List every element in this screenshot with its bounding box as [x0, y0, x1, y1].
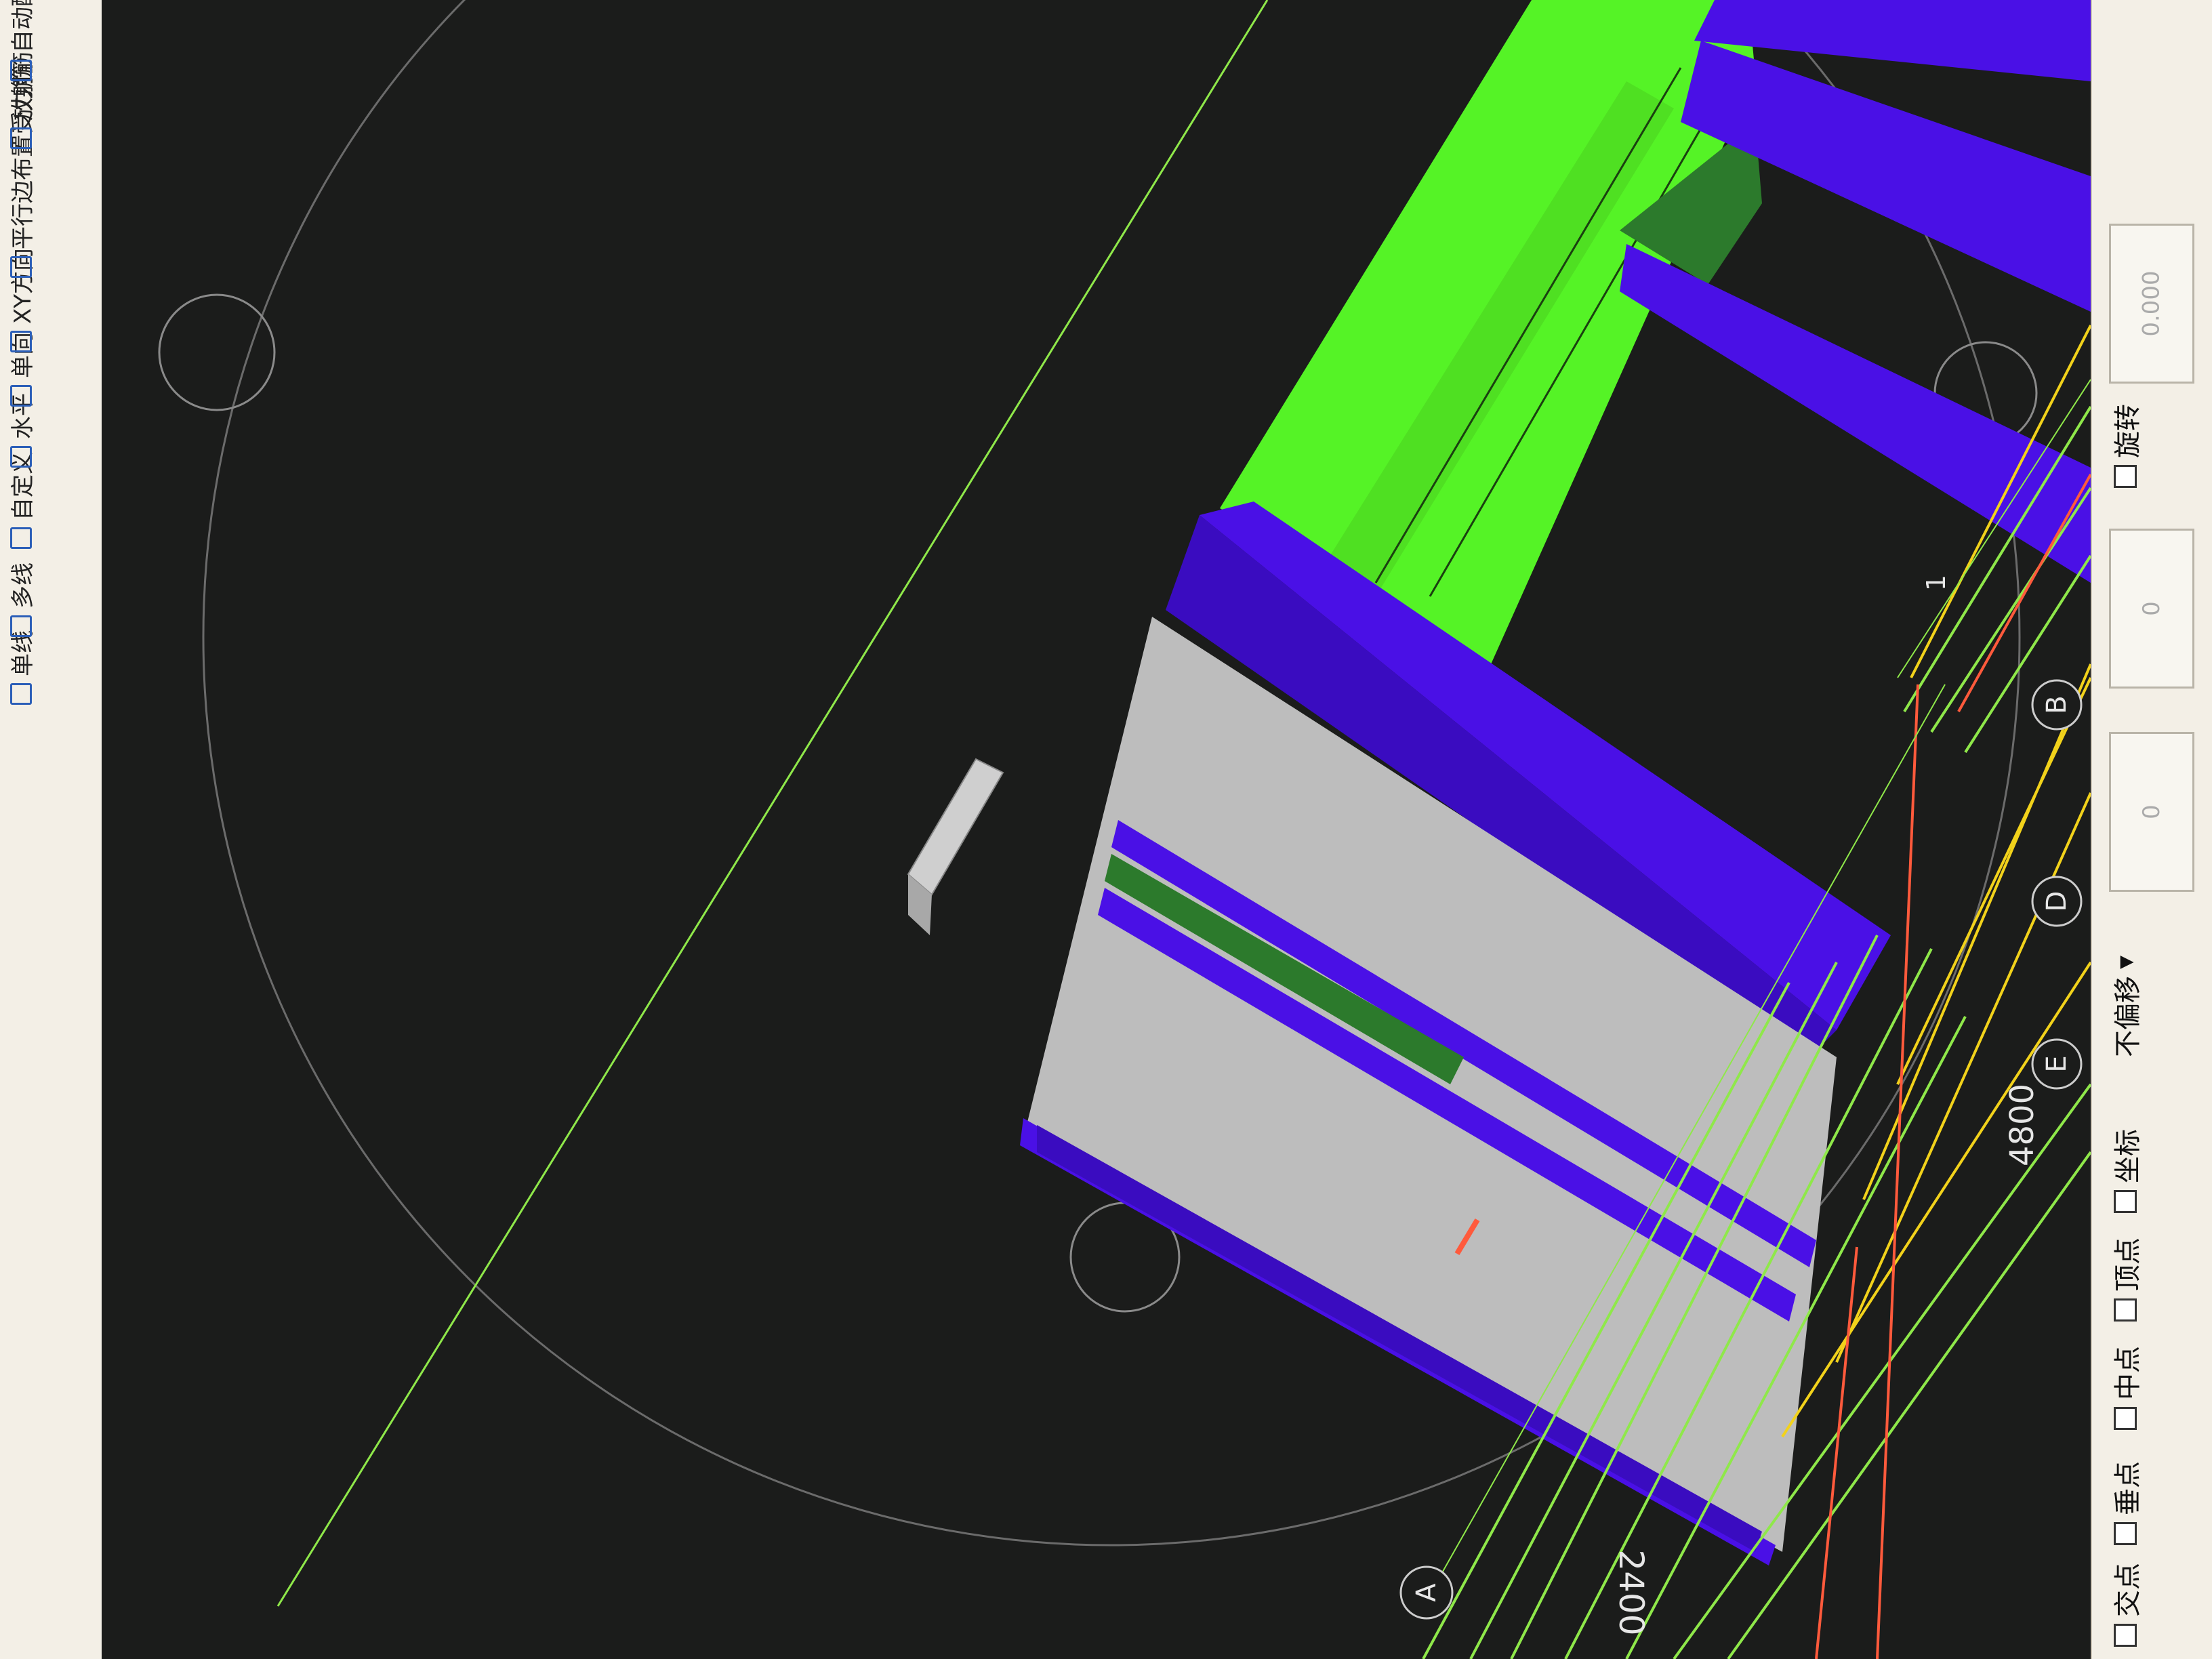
vertex-snap-icon	[2114, 1298, 2137, 1322]
dimension-2400: 2400	[1612, 1549, 1651, 1635]
parallel-edge-icon	[9, 256, 32, 278]
toolbar-item-label: 自动配筋	[9, 0, 37, 53]
axis-label-a: A	[1411, 1583, 1442, 1602]
snap-vertex[interactable]: 顶点	[2106, 1237, 2145, 1322]
intersection-snap-icon	[2114, 1624, 2137, 1647]
snap-intersection[interactable]: 交点	[2106, 1563, 2145, 1647]
snap-midpoint[interactable]: 中点	[2106, 1346, 2145, 1430]
dimension-4800: 4800	[2003, 1084, 2041, 1166]
auto-rebar-icon	[9, 60, 32, 81]
chevron-down-icon: ▾	[2110, 955, 2141, 969]
rotate-angle-value: 0.000	[2138, 270, 2165, 337]
left-toolbar: 单线 多线 自定义 水平 单向 XY方向 平行边布置受力筋 放射筋 自动配筋	[0, 0, 103, 1659]
offset-select[interactable]: 不偏移 ▾	[2106, 956, 2145, 1057]
rotate-label: 旋转	[2112, 404, 2144, 458]
axis-label-b: B	[2041, 695, 2072, 714]
x-offset-input[interactable]: 0	[2109, 732, 2194, 892]
offset-select-value: 不偏移	[2112, 976, 2144, 1057]
coordinate-snap-icon	[2114, 1190, 2137, 1213]
snap-label: 坐标	[2112, 1129, 2144, 1183]
blue-beam-top-3	[1620, 244, 2091, 583]
axis-bubble-e: E	[2031, 1038, 2083, 1090]
snap-label: 中点	[2112, 1346, 2144, 1400]
midpoint-snap-icon	[2114, 1407, 2137, 1430]
custom-icon	[9, 527, 32, 549]
single-direction-icon	[9, 385, 32, 407]
3d-scene[interactable]: A B D E 1 2400 4800	[102, 0, 2091, 1659]
axis-label-d: D	[2041, 891, 2072, 912]
toolbar-item-single-line[interactable]: 单线	[4, 630, 37, 705]
toolbar-item-label: 单线	[9, 630, 37, 676]
snap-label: 交点	[2112, 1563, 2144, 1617]
axis-bubble-d: D	[2031, 876, 2083, 927]
snap-label: 垂点	[2112, 1461, 2144, 1515]
toolbar-item-label: 多线	[9, 562, 37, 609]
toolbar-item-multi-line[interactable]: 多线	[4, 562, 37, 637]
x-offset-value: 0	[2137, 804, 2165, 819]
rotate-checkbox[interactable]: 旋转	[2106, 404, 2145, 488]
orbit-handle-top-left[interactable]	[158, 293, 276, 411]
checkbox-icon	[2114, 465, 2137, 488]
xy-direction-icon	[9, 331, 32, 352]
snap-statusbar: 交点 垂点 中点 顶点 坐标 不偏移 ▾ 0 0 旋转 0.000	[2091, 0, 2212, 1659]
y-offset-value: 0	[2137, 601, 2165, 616]
snap-label: 顶点	[2112, 1237, 2144, 1292]
wall-icon	[9, 683, 32, 705]
snap-perpendicular[interactable]: 垂点	[2106, 1461, 2145, 1545]
axis-label-1: 1	[1921, 575, 1951, 591]
axis-bubble-a: A	[1399, 1565, 1454, 1620]
axis-label-e: E	[2041, 1055, 2072, 1072]
rotate-angle-input[interactable]: 0.000	[2109, 224, 2194, 384]
radial-rebar-icon	[9, 127, 32, 149]
toolbar-item-auto-rebar[interactable]: 自动配筋	[4, 0, 37, 81]
perpendicular-snap-icon	[2114, 1522, 2137, 1545]
axis-bubble-b: B	[2031, 679, 2083, 731]
horizontal-icon	[9, 446, 32, 468]
small-slab	[907, 758, 1004, 896]
multi-line-icon	[9, 615, 32, 637]
3d-viewport[interactable]: A B D E 1 2400 4800	[102, 0, 2091, 1659]
snap-coordinate[interactable]: 坐标	[2106, 1129, 2145, 1213]
y-offset-input[interactable]: 0	[2109, 529, 2194, 689]
